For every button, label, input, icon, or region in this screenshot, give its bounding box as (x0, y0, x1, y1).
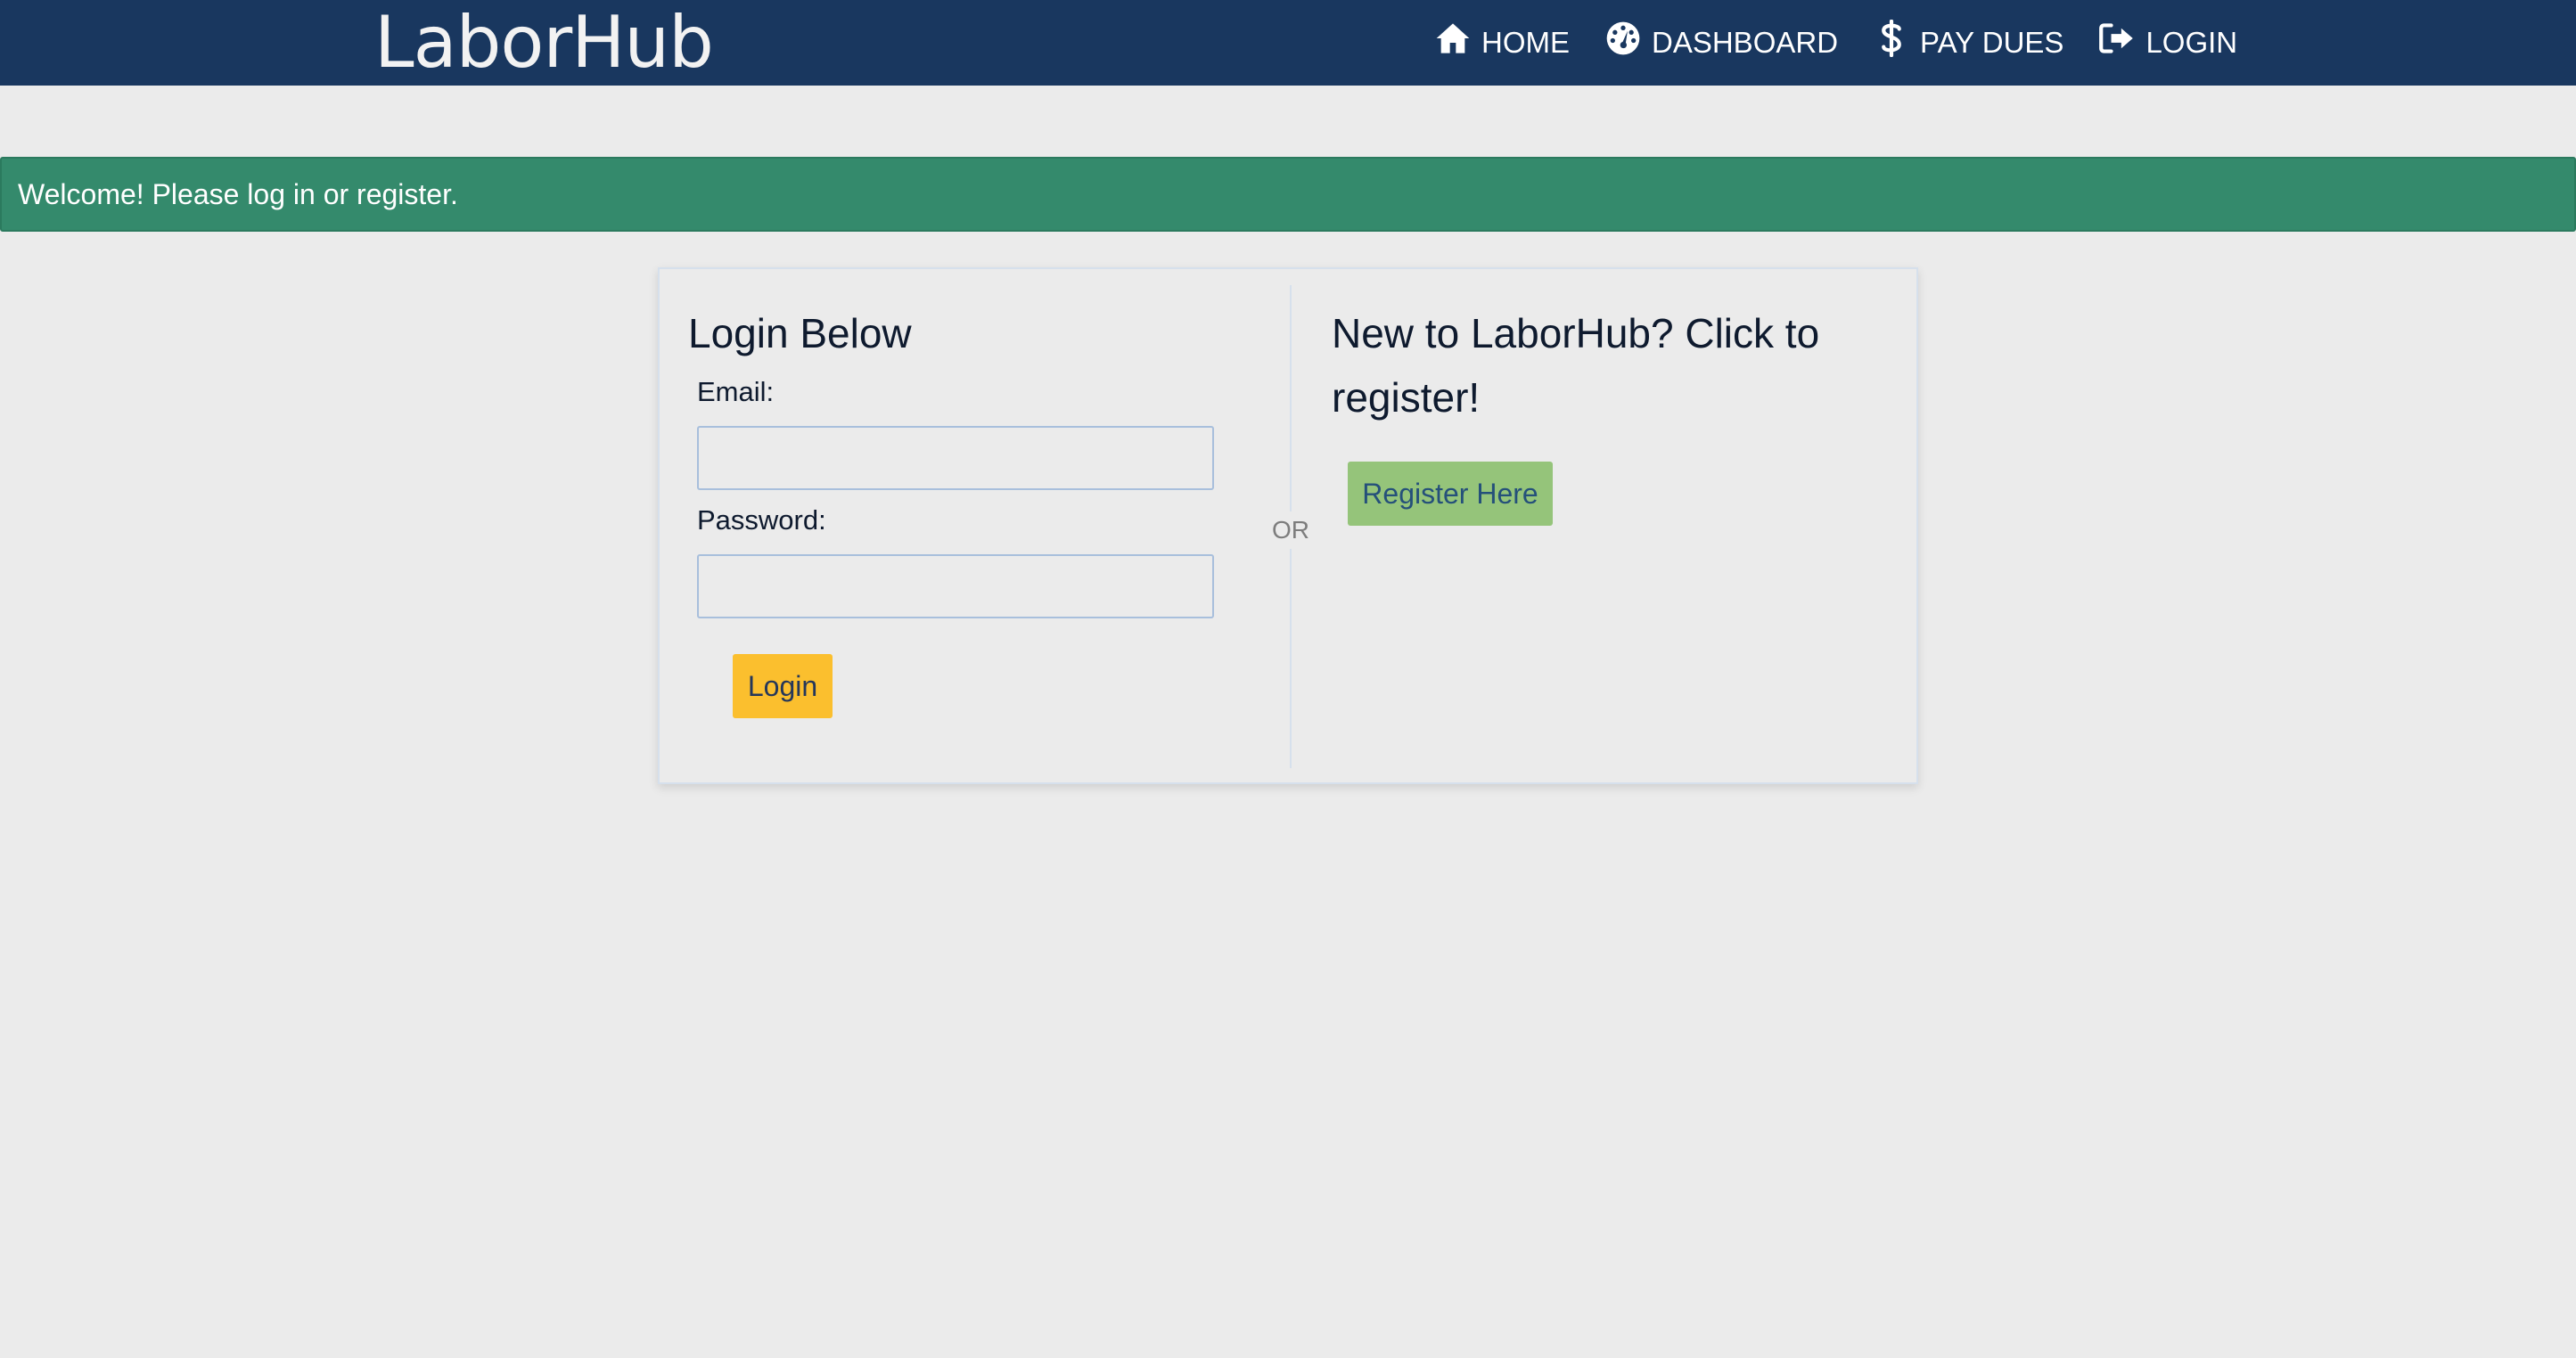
login-icon (2097, 19, 2137, 58)
top-navbar: LaborHub HOME DASHBOARD PAY DUES LOGIN (0, 0, 2576, 86)
brand-logo[interactable]: LaborHub (374, 0, 714, 86)
login-button[interactable]: Login (733, 654, 833, 718)
password-label: Password: (697, 504, 826, 536)
login-heading: Login Below (688, 310, 912, 356)
home-icon (1433, 19, 1473, 58)
register-panel: New to LaborHub? Click to register! Regi… (1291, 269, 1916, 782)
flash-message: Welcome! Please log in or register. (0, 157, 2576, 232)
main-nav: HOME DASHBOARD PAY DUES LOGIN (1433, 0, 2271, 86)
login-panel: Login Below Email: Password: Login (660, 269, 1291, 782)
password-field[interactable] (697, 554, 1214, 618)
auth-card: Login Below Email: Password: Login OR Ne… (658, 267, 1918, 784)
email-field[interactable] (697, 426, 1214, 490)
nav-item-pay-dues[interactable]: PAY DUES (1872, 20, 2064, 60)
nav-item-login-label: LOGIN (2145, 26, 2238, 59)
nav-item-dashboard[interactable]: DASHBOARD (1604, 21, 1839, 60)
dashboard-icon (1604, 19, 1643, 58)
nav-item-pay-dues-label: PAY DUES (1920, 26, 2064, 59)
dollar-icon (1872, 19, 1911, 58)
nav-item-home-label: HOME (1481, 26, 1570, 59)
nav-item-dashboard-label: DASHBOARD (1652, 26, 1839, 59)
nav-item-home[interactable]: HOME (1433, 23, 1570, 60)
register-button[interactable]: Register Here (1348, 462, 1553, 526)
nav-item-login[interactable]: LOGIN (2097, 23, 2238, 60)
email-label: Email: (697, 376, 775, 407)
register-heading: New to LaborHub? Click to register! (1332, 310, 1820, 421)
